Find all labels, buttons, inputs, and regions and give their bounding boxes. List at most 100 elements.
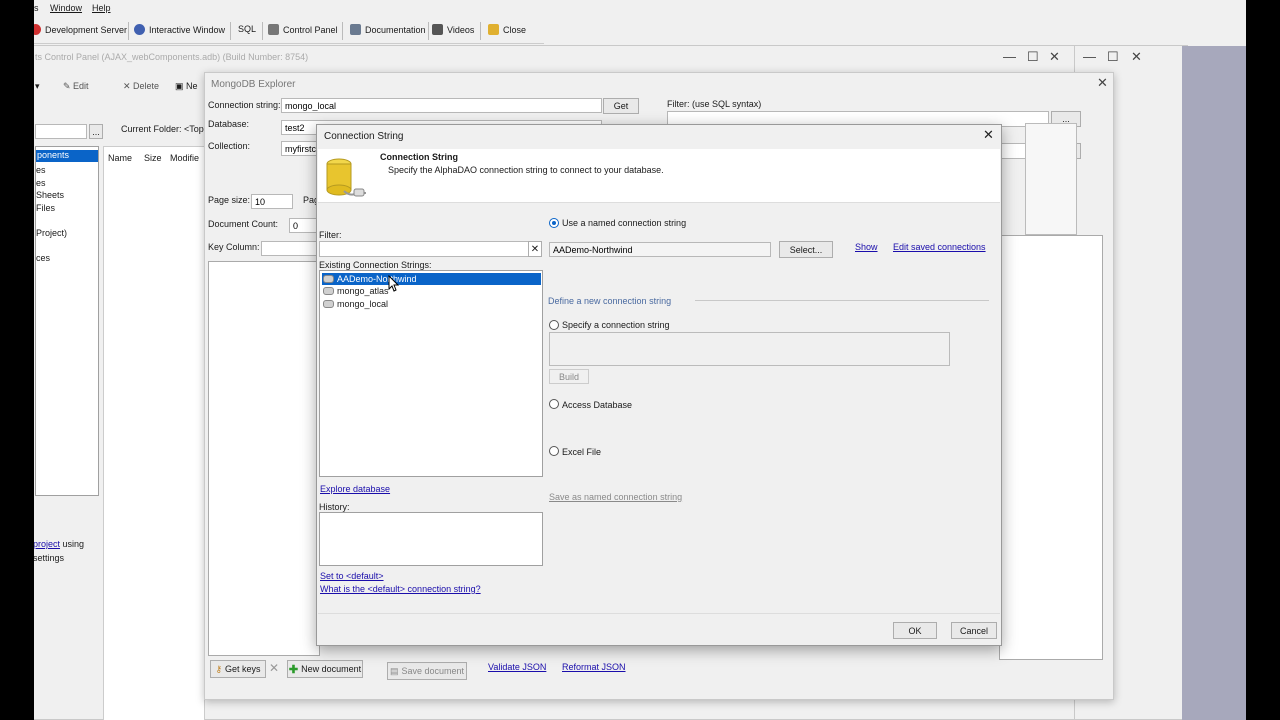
conn-string-input[interactable]	[281, 98, 602, 113]
connections-list[interactable]: AADemo-Northwind mongo_atlas mongo_local	[319, 270, 543, 477]
explore-database-link[interactable]: Explore database	[320, 484, 390, 494]
existing-conns-label: Existing Connection Strings:	[319, 260, 432, 270]
doc-count-label: Document Count:	[208, 219, 279, 229]
page-size-input[interactable]	[251, 194, 293, 209]
doc-count-input[interactable]	[289, 218, 319, 233]
folder-browse-button[interactable]: ...	[89, 124, 103, 139]
side-panel	[1025, 123, 1077, 235]
tree-item[interactable]: es	[36, 178, 46, 188]
what-default-link[interactable]: What is the <default> connection string?	[320, 584, 481, 594]
minimize-icon[interactable]: —	[1003, 49, 1016, 64]
list-item[interactable]: AADemo-Northwind	[322, 273, 541, 285]
column-size[interactable]: Size	[144, 153, 162, 163]
ok-button[interactable]: OK	[893, 622, 937, 639]
save-named-link[interactable]: Save as named connection string	[549, 492, 682, 502]
new-button[interactable]: ▣ Ne	[175, 81, 198, 92]
column-modified[interactable]: Modifie	[170, 153, 199, 163]
menu-file[interactable]: s	[34, 3, 39, 13]
close-dialog-icon[interactable]: ✕	[983, 127, 994, 143]
interactive-window-button[interactable]: Interactive Window	[134, 24, 225, 35]
database-label: Database:	[208, 119, 250, 129]
key-column-input[interactable]	[261, 241, 321, 256]
maximize-icon[interactable]: ☐	[1027, 49, 1039, 65]
maximize-icon[interactable]: ☐	[1107, 49, 1119, 65]
control-panel-button[interactable]: Control Panel	[268, 24, 338, 35]
control-panel-title: ts Control Panel (AJAX_webComponents.adb…	[35, 52, 309, 62]
new-document-button[interactable]: ✚ New document	[287, 660, 363, 678]
filter-label: Filter:	[319, 230, 342, 240]
conn-string-label: Connection string:	[208, 100, 281, 110]
edit-button[interactable]: ✎ Edit	[63, 81, 89, 92]
db-icon	[323, 275, 334, 283]
tree-item-sheets[interactable]: Sheets	[36, 190, 64, 200]
minimize-icon[interactable]: —	[1083, 49, 1096, 64]
close-icon	[488, 24, 499, 35]
conn-string-textarea[interactable]	[549, 332, 950, 366]
documentation-button[interactable]: Documentation	[350, 24, 426, 35]
database-icon	[326, 158, 366, 197]
excel-file-radio[interactable]	[549, 446, 559, 456]
film-icon	[432, 24, 443, 35]
list-item[interactable]: mongo_local	[322, 298, 541, 310]
reformat-json-link[interactable]: Reformat JSON	[562, 662, 626, 672]
clear-icon[interactable]: ✕	[269, 661, 279, 675]
panel-icon	[268, 24, 279, 35]
dev-server-button[interactable]: Development Server	[34, 24, 127, 35]
videos-button[interactable]: Videos	[432, 24, 474, 35]
close-button[interactable]: Close	[488, 24, 526, 35]
tree-item[interactable]: es	[36, 165, 46, 175]
document-editor[interactable]	[999, 235, 1103, 660]
use-named-radio[interactable]	[549, 218, 559, 228]
collection-label: Collection:	[208, 141, 251, 151]
close-window-icon[interactable]: ✕	[1049, 49, 1060, 65]
dialog-title: Connection String	[324, 131, 404, 142]
delete-button[interactable]: ✕ Delete	[123, 81, 159, 92]
access-db-label: Access Database	[562, 400, 633, 410]
list-item[interactable]: mongo_atlas	[322, 285, 541, 297]
edit-saved-link[interactable]: Edit saved connections	[893, 242, 986, 252]
menu-bar: s Window Help	[34, 0, 1246, 16]
filter-input[interactable]	[319, 241, 529, 257]
tree-item-services[interactable]: ces	[36, 253, 50, 263]
key-column-label: Key Column:	[208, 242, 260, 252]
get-keys-button[interactable]: ⚷ Get keys	[210, 660, 266, 678]
file-list[interactable]: Name Size Modifie	[103, 146, 205, 720]
tree-item-files[interactable]: Files	[36, 203, 55, 213]
show-link[interactable]: Show	[855, 242, 878, 252]
specify-radio[interactable]	[549, 320, 559, 330]
folder-search-input[interactable]	[35, 124, 87, 139]
connection-string-dialog: Connection String ✕ Connection String Sp…	[316, 124, 1002, 646]
tree-item-project[interactable]: Project)	[36, 228, 67, 238]
named-conn-input[interactable]	[549, 242, 771, 257]
menu-window[interactable]: Window	[50, 3, 82, 13]
set-default-link[interactable]: Set to <default>	[320, 571, 384, 581]
footer-line-1: project using	[34, 539, 85, 549]
access-db-radio[interactable]	[549, 399, 559, 409]
plus-icon: ✚	[288, 663, 299, 676]
sql-button[interactable]: SQL	[238, 24, 256, 34]
menu-help[interactable]: Help	[92, 3, 111, 13]
history-label: History:	[319, 502, 350, 512]
documents-list[interactable]	[208, 261, 320, 656]
tree-item-components[interactable]: ponents	[36, 150, 98, 162]
server-icon	[34, 24, 41, 35]
dropdown-arrow-icon[interactable]: ▾	[35, 81, 40, 92]
desktop-screen: s Window Help Development Server Interac…	[34, 0, 1246, 720]
get-conn-button[interactable]: Get	[603, 98, 639, 114]
key-icon: ⚷	[215, 663, 223, 674]
project-link[interactable]: project	[34, 539, 60, 549]
clear-filter-icon[interactable]: ✕	[528, 241, 542, 257]
cancel-button[interactable]: Cancel	[951, 622, 997, 639]
filter-label: Filter: (use SQL syntax)	[667, 99, 762, 109]
history-list[interactable]	[319, 512, 543, 566]
footer-settings-text: settings	[34, 553, 65, 563]
select-button[interactable]: Select...	[779, 241, 833, 258]
close-window-icon[interactable]: ✕	[1131, 49, 1142, 65]
column-name[interactable]: Name	[108, 153, 132, 163]
validate-json-link[interactable]: Validate JSON	[488, 662, 546, 672]
save-document-button[interactable]: ▤ Save document	[387, 662, 467, 680]
close-window-icon[interactable]: ✕	[1097, 75, 1108, 91]
object-tree[interactable]: ponents es es Sheets Files Project) ces	[35, 146, 99, 496]
mouse-cursor-icon	[388, 275, 400, 292]
build-button[interactable]: Build	[549, 369, 589, 384]
